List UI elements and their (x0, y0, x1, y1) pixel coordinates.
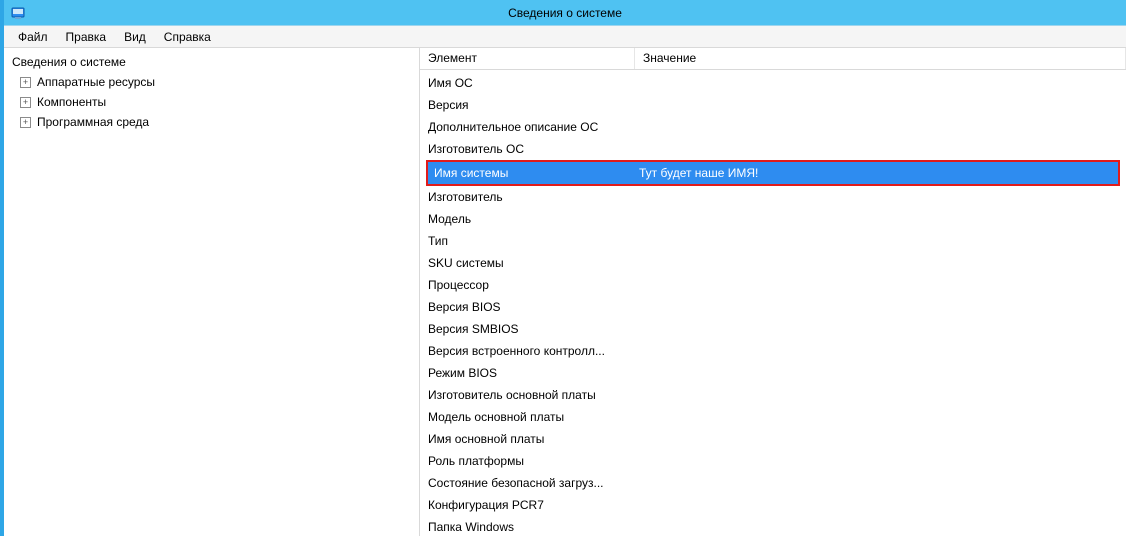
cell-value (635, 94, 1126, 116)
cell-value (635, 116, 1126, 138)
cell-element: Версия встроенного контролл... (420, 340, 635, 362)
window-title: Сведения о системе (4, 6, 1126, 20)
cell-value (635, 472, 1126, 494)
list-header: Элемент Значение (420, 48, 1126, 70)
menu-help[interactable]: Справка (156, 28, 219, 46)
list-row[interactable]: Конфигурация PCR7 (420, 494, 1126, 516)
cell-element: Процессор (420, 274, 635, 296)
list-row[interactable]: Версия BIOS (420, 296, 1126, 318)
list-row[interactable]: Версия (420, 94, 1126, 116)
cell-value (635, 274, 1126, 296)
cell-value (635, 318, 1126, 340)
column-header-element[interactable]: Элемент (420, 48, 635, 69)
cell-element: Тип (420, 230, 635, 252)
cell-element: Роль платформы (420, 450, 635, 472)
cell-element: Конфигурация PCR7 (420, 494, 635, 516)
window: Сведения о системе Файл Правка Вид Справ… (0, 0, 1126, 536)
menubar: Файл Правка Вид Справка (4, 26, 1126, 48)
cell-element: Состояние безопасной загруз... (420, 472, 635, 494)
cell-value (635, 406, 1126, 428)
cell-value (635, 450, 1126, 472)
list-row[interactable]: SKU системы (420, 252, 1126, 274)
cell-value (635, 138, 1126, 160)
tree-item-label: Программная среда (35, 112, 151, 132)
cell-element: Версия BIOS (420, 296, 635, 318)
cell-value (635, 296, 1126, 318)
column-header-value[interactable]: Значение (635, 48, 1126, 69)
content: Сведения о системе + Аппаратные ресурсы … (4, 48, 1126, 536)
cell-element: Дополнительное описание ОС (420, 116, 635, 138)
tree-item-software-env[interactable]: + Программная среда (10, 112, 413, 132)
expand-icon[interactable]: + (20, 77, 31, 88)
list-row[interactable]: Папка Windows (420, 516, 1126, 536)
cell-element: Папка Windows (420, 516, 635, 536)
list-pane: Элемент Значение Имя ОСВерсияДополнитель… (420, 48, 1126, 536)
cell-value (635, 186, 1126, 208)
cell-value (635, 340, 1126, 362)
tree-item-label: Аппаратные ресурсы (35, 72, 157, 92)
cell-value (635, 230, 1126, 252)
list-row[interactable]: Имя ОС (420, 72, 1126, 94)
list-row[interactable]: Изготовитель (420, 186, 1126, 208)
list-row[interactable]: Режим BIOS (420, 362, 1126, 384)
cell-element: Изготовитель ОС (420, 138, 635, 160)
list-row[interactable]: Изготовитель основной платы (420, 384, 1126, 406)
list-row-selected[interactable]: Имя системыТут будет наше ИМЯ! (428, 162, 1118, 184)
cell-element: Изготовитель (420, 186, 635, 208)
tree-root-label: Сведения о системе (10, 52, 128, 72)
titlebar: Сведения о системе (4, 0, 1126, 26)
list-row[interactable]: Версия встроенного контролл... (420, 340, 1126, 362)
cell-element: Версия SMBIOS (420, 318, 635, 340)
cell-element: Режим BIOS (420, 362, 635, 384)
list-row[interactable]: Модель основной платы (420, 406, 1126, 428)
list-row[interactable]: Процессор (420, 274, 1126, 296)
tree-pane[interactable]: Сведения о системе + Аппаратные ресурсы … (4, 48, 420, 536)
cell-element: SKU системы (420, 252, 635, 274)
expand-icon[interactable]: + (20, 97, 31, 108)
list-row[interactable]: Тип (420, 230, 1126, 252)
list-row[interactable]: Роль платформы (420, 450, 1126, 472)
cell-value (635, 208, 1126, 230)
cell-element: Имя основной платы (420, 428, 635, 450)
menu-view[interactable]: Вид (116, 28, 154, 46)
cell-element: Модель основной платы (420, 406, 635, 428)
tree-root[interactable]: Сведения о системе (10, 52, 413, 72)
cell-element: Имя ОС (420, 72, 635, 94)
cell-value (635, 428, 1126, 450)
cell-value (635, 252, 1126, 274)
cell-element: Имя системы (428, 162, 633, 184)
cell-value (635, 362, 1126, 384)
expand-icon[interactable]: + (20, 117, 31, 128)
cell-element: Изготовитель основной платы (420, 384, 635, 406)
cell-value (635, 72, 1126, 94)
list-row[interactable]: Имя основной платы (420, 428, 1126, 450)
menu-file[interactable]: Файл (10, 28, 56, 46)
list-body[interactable]: Имя ОСВерсияДополнительное описание ОСИз… (420, 70, 1126, 536)
list-row[interactable]: Изготовитель ОС (420, 138, 1126, 160)
list-row[interactable]: Модель (420, 208, 1126, 230)
list-row[interactable]: Версия SMBIOS (420, 318, 1126, 340)
tree-item-hardware[interactable]: + Аппаратные ресурсы (10, 72, 413, 92)
cell-value (635, 494, 1126, 516)
cell-value (635, 516, 1126, 536)
menu-edit[interactable]: Правка (58, 28, 115, 46)
list-row[interactable]: Дополнительное описание ОС (420, 116, 1126, 138)
cell-element: Модель (420, 208, 635, 230)
highlighted-row: Имя системыТут будет наше ИМЯ! (426, 160, 1120, 186)
list-row[interactable]: Состояние безопасной загруз... (420, 472, 1126, 494)
tree-item-label: Компоненты (35, 92, 108, 112)
cell-value (635, 384, 1126, 406)
cell-element: Версия (420, 94, 635, 116)
tree-item-components[interactable]: + Компоненты (10, 92, 413, 112)
cell-value: Тут будет наше ИМЯ! (633, 162, 1118, 184)
